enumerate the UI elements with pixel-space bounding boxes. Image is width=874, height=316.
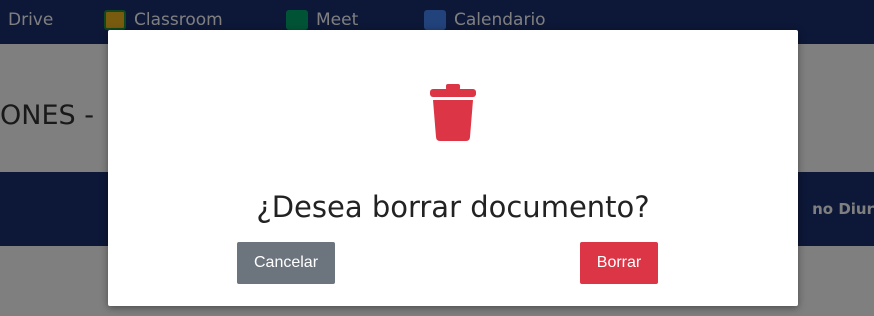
trash-icon <box>430 84 476 141</box>
delete-confirm-modal: ¿Desea borrar documento? Cancelar Borrar <box>108 30 798 306</box>
delete-button[interactable]: Borrar <box>580 242 658 284</box>
modal-question: ¿Desea borrar documento? <box>256 190 650 224</box>
cancel-button[interactable]: Cancelar <box>237 242 335 284</box>
